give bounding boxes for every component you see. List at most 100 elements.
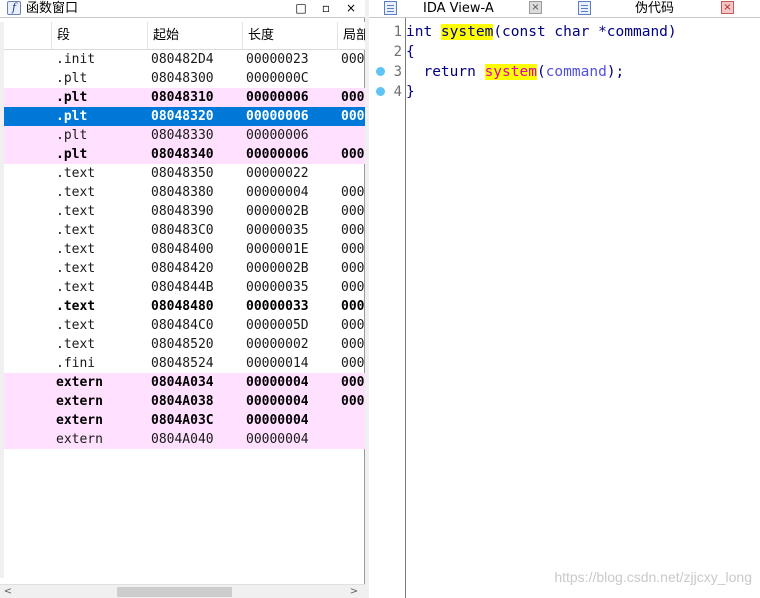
cell-locals: 000 bbox=[341, 204, 365, 219]
cell-start: 0804A040 bbox=[151, 432, 214, 447]
functions-table-header: 段 起始 长度 局部 bbox=[4, 22, 369, 50]
line-number-gutter: 1 2 3 4 bbox=[369, 18, 406, 598]
function-row[interactable]: extern 0804A040 00000004 bbox=[4, 430, 365, 449]
cell-locals: 000 bbox=[341, 109, 365, 124]
code-text: (const char *command) bbox=[493, 24, 677, 40]
cell-locals: 000 bbox=[341, 337, 365, 352]
cell-start: 08048300 bbox=[151, 71, 214, 86]
code-text: ); bbox=[606, 64, 625, 80]
cell-start: 08048520 bbox=[151, 337, 214, 352]
cell-segment: .text bbox=[56, 337, 96, 352]
function-row[interactable]: .text 08048420 0000002B 000 bbox=[4, 259, 365, 278]
cell-start: 08048380 bbox=[151, 185, 214, 200]
function-row[interactable]: .init 080482D4 00000023 000 bbox=[4, 50, 365, 69]
cell-segment: .fini bbox=[56, 356, 96, 371]
function-row[interactable]: .plt 08048340 00000006 000 bbox=[4, 145, 365, 164]
cell-start: 08048480 bbox=[151, 299, 214, 314]
cell-length: 00000006 bbox=[246, 109, 309, 124]
column-header-segment[interactable]: 段 bbox=[52, 22, 148, 50]
functions-horizontal-scrollbar[interactable]: < > bbox=[0, 584, 365, 598]
cell-length: 0000002B bbox=[246, 261, 309, 276]
cell-start: 08048330 bbox=[151, 128, 214, 143]
cell-length: 0000001E bbox=[246, 242, 309, 257]
float-window-icon[interactable]: ▫ bbox=[318, 0, 334, 17]
maximize-icon[interactable]: □ bbox=[293, 0, 309, 17]
function-row[interactable]: .text 0804844B 00000035 000 bbox=[4, 278, 365, 297]
cell-start: 08048350 bbox=[151, 166, 214, 181]
cell-segment: .text bbox=[56, 280, 96, 295]
breakpoint-dot-icon[interactable] bbox=[376, 87, 385, 96]
line-number: 2 bbox=[393, 44, 402, 60]
function-row[interactable]: .text 08048520 00000002 000 bbox=[4, 335, 365, 354]
cell-length: 00000035 bbox=[246, 280, 309, 295]
function-row[interactable]: .text 080483C0 00000035 000 bbox=[4, 221, 365, 240]
cell-start: 08048390 bbox=[151, 204, 214, 219]
function-row[interactable]: extern 0804A034 00000004 000 bbox=[4, 373, 365, 392]
scroll-right-icon[interactable]: > bbox=[348, 585, 360, 598]
function-row[interactable]: .plt 08048320 00000006 000 bbox=[4, 107, 365, 126]
cell-segment: .text bbox=[56, 185, 96, 200]
function-row[interactable]: .plt 08048310 00000006 000 bbox=[4, 88, 365, 107]
column-header-start[interactable]: 起始 bbox=[148, 22, 243, 50]
cell-start: 0804A038 bbox=[151, 394, 214, 409]
close-icon[interactable]: × bbox=[343, 0, 359, 17]
function-row[interactable]: extern 0804A038 00000004 000 bbox=[4, 392, 365, 411]
code-line-3[interactable]: return system(command); bbox=[406, 62, 624, 82]
tab-ida-view-a[interactable]: IDA View-A × bbox=[369, 0, 559, 18]
cell-locals: 000 bbox=[341, 52, 365, 67]
function-name-highlight[interactable]: system bbox=[440, 24, 494, 40]
function-row[interactable]: .text 08048390 0000002B 000 bbox=[4, 202, 365, 221]
pseudocode-editor[interactable]: int system(const char *command) { return… bbox=[406, 18, 760, 598]
cell-length: 00000035 bbox=[246, 223, 309, 238]
close-tab-icon[interactable]: × bbox=[529, 1, 542, 14]
function-row[interactable]: .text 08048350 00000022 bbox=[4, 164, 365, 183]
pseudocode-view-icon bbox=[578, 1, 591, 15]
cell-segment: extern bbox=[56, 375, 103, 390]
scrollbar-thumb[interactable] bbox=[117, 587, 232, 597]
function-row[interactable]: .plt 08048330 00000006 bbox=[4, 126, 365, 145]
code-line-1[interactable]: int system(const char *command) bbox=[406, 22, 677, 42]
cell-segment: .init bbox=[56, 52, 96, 67]
argument-text[interactable]: command bbox=[546, 64, 607, 80]
breakpoint-dot-icon[interactable] bbox=[376, 67, 385, 76]
line-number: 3 bbox=[393, 64, 402, 80]
cell-start: 0804844B bbox=[151, 280, 214, 295]
cell-length: 0000002B bbox=[246, 204, 309, 219]
cell-locals: 000 bbox=[341, 394, 365, 409]
functions-window-title: 函数窗口 bbox=[26, 1, 79, 16]
function-row[interactable]: .text 08048480 00000033 000 bbox=[4, 297, 365, 316]
cell-locals: 000 bbox=[341, 375, 365, 390]
column-header-blank bbox=[4, 22, 52, 50]
cell-locals: 000 bbox=[341, 185, 365, 200]
tab-pseudocode[interactable]: 伪代码 × bbox=[559, 0, 760, 18]
scroll-left-icon[interactable]: < bbox=[2, 585, 14, 598]
code-line-4[interactable]: } bbox=[406, 82, 415, 102]
cell-segment: extern bbox=[56, 394, 103, 409]
cell-start: 08048400 bbox=[151, 242, 214, 257]
cell-segment: .plt bbox=[56, 128, 88, 143]
cell-length: 00000022 bbox=[246, 166, 309, 181]
cell-locals: 000 bbox=[341, 242, 365, 257]
cell-length: 00000004 bbox=[246, 413, 309, 428]
code-line-2[interactable]: { bbox=[406, 42, 415, 62]
cell-start: 080483C0 bbox=[151, 223, 214, 238]
function-row[interactable]: .text 08048380 00000004 000 bbox=[4, 183, 365, 202]
function-call-highlight[interactable]: system bbox=[484, 64, 537, 80]
function-row[interactable]: extern 0804A03C 00000004 bbox=[4, 411, 365, 430]
cell-length: 00000014 bbox=[246, 356, 309, 371]
column-header-length[interactable]: 长度 bbox=[243, 22, 338, 50]
close-tab-icon[interactable]: × bbox=[721, 1, 734, 14]
function-row[interactable]: .fini 08048524 00000014 000 bbox=[4, 354, 365, 373]
function-row[interactable]: .text 080484C0 0000005D 000 bbox=[4, 316, 365, 335]
cell-length: 00000006 bbox=[246, 147, 309, 162]
cell-locals: 000 bbox=[341, 147, 365, 162]
code-text: { bbox=[406, 44, 415, 60]
cell-segment: .text bbox=[56, 223, 96, 238]
function-row[interactable]: .plt 08048300 0000000C bbox=[4, 69, 365, 88]
function-row[interactable]: .text 08048400 0000001E 000 bbox=[4, 240, 365, 259]
tab-label: IDA View-A bbox=[423, 1, 494, 16]
cell-length: 00000006 bbox=[246, 90, 309, 105]
code-text: } bbox=[406, 84, 415, 100]
cell-segment: .plt bbox=[56, 90, 88, 105]
cell-locals: 000 bbox=[341, 223, 365, 238]
